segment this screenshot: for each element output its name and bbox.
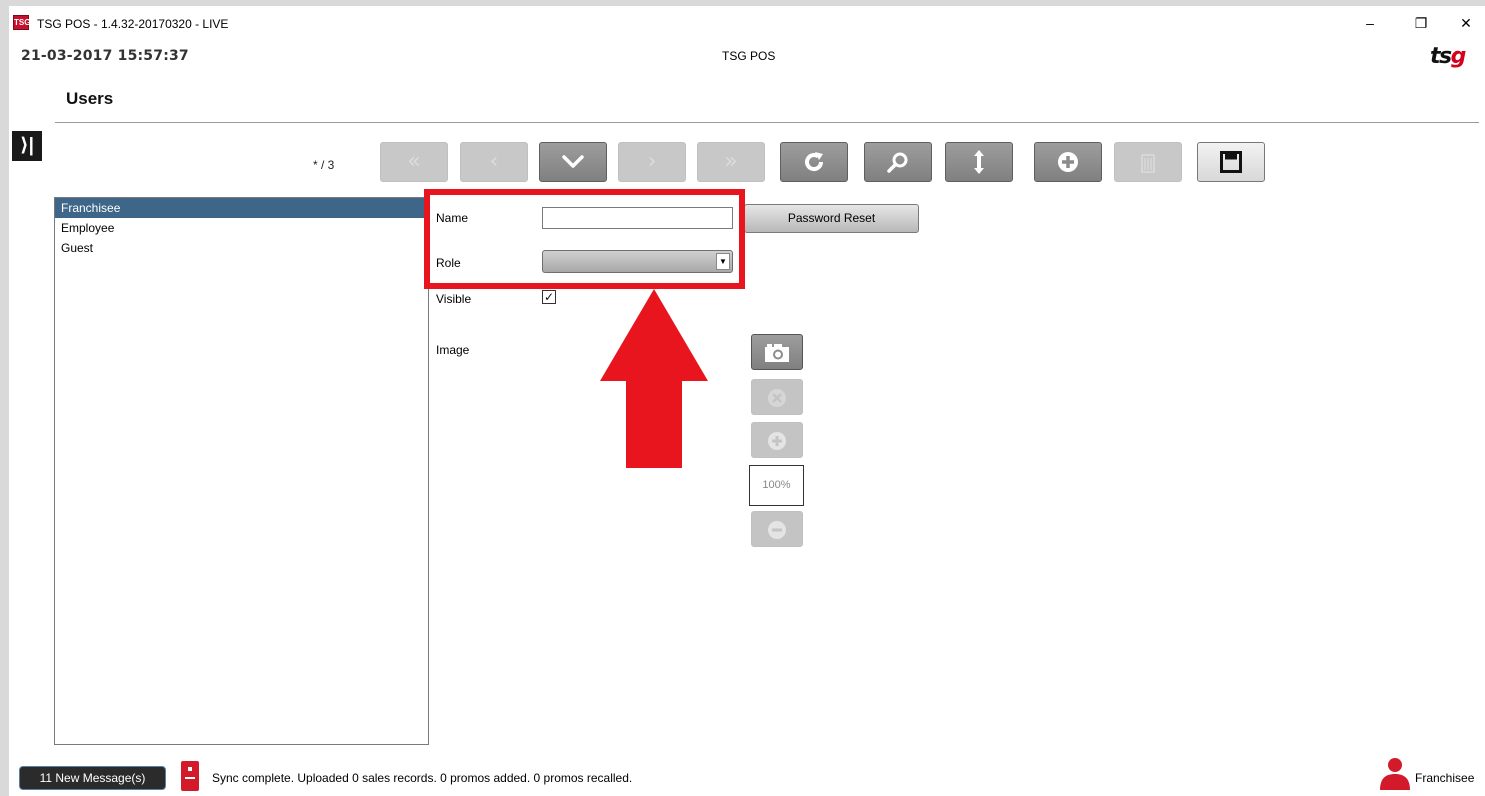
app-title: TSG POS <box>722 49 776 63</box>
brand-logo: tsg <box>1430 44 1467 69</box>
delete-button[interactable] <box>1114 142 1182 182</box>
record-counter: * / 3 <box>313 158 335 172</box>
camera-icon <box>765 344 789 362</box>
new-messages-button[interactable]: 11 New Message(s) <box>19 766 166 790</box>
sort-button[interactable] <box>945 142 1013 182</box>
restore-button[interactable]: ❐ <box>1406 12 1436 34</box>
save-button[interactable] <box>1197 142 1265 182</box>
logo-text: ts <box>1430 44 1452 69</box>
server-status-icon <box>181 761 199 791</box>
floppy-disk-icon <box>1220 151 1242 173</box>
password-reset-button[interactable]: Password Reset <box>744 204 919 233</box>
search-icon <box>887 152 908 173</box>
cancel-circle-icon <box>768 389 786 407</box>
header-divider <box>55 122 1479 123</box>
refresh-icon <box>805 152 824 172</box>
zoom-in-button[interactable] <box>751 422 803 458</box>
zoom-in-icon <box>768 432 786 450</box>
double-chevron-left-icon: « <box>407 149 421 174</box>
zoom-out-icon <box>768 521 786 539</box>
user-role-list[interactable]: Franchisee Employee Guest <box>54 197 429 745</box>
app-logo-icon: TSG <box>13 15 30 30</box>
annotation-highlight-box <box>424 189 745 289</box>
chevron-right-icon: › <box>647 149 657 174</box>
title-bar: TSG TSG POS - 1.4.32-20170320 - LIVE – ❐… <box>9 6 1485 36</box>
previous-record-button[interactable]: ‹ <box>460 142 528 182</box>
expand-sidebar-icon[interactable]: ⟩| <box>12 131 42 161</box>
zoom-out-button[interactable] <box>751 511 803 547</box>
dropdown-record-button[interactable] <box>539 142 607 182</box>
sync-status-text: Sync complete. Uploaded 0 sales records.… <box>212 771 633 785</box>
logo-accent-text: g <box>1450 44 1467 69</box>
list-item-franchisee[interactable]: Franchisee <box>55 198 428 218</box>
annotation-arrow-icon <box>600 289 708 468</box>
plus-circle-icon <box>1058 152 1078 172</box>
remove-image-button[interactable] <box>751 379 803 415</box>
image-label: Image <box>436 343 470 357</box>
list-item-employee[interactable]: Employee <box>55 218 428 238</box>
user-icon <box>1380 758 1410 790</box>
next-record-button[interactable]: › <box>618 142 686 182</box>
first-record-button[interactable]: « <box>380 142 448 182</box>
trash-icon <box>1141 154 1155 173</box>
window-title: TSG POS - 1.4.32-20170320 - LIVE <box>37 17 229 31</box>
page-title: Users <box>66 89 114 108</box>
vertical-arrows-icon <box>974 150 984 174</box>
chevron-left-icon: ‹ <box>489 149 499 174</box>
zoom-level-display: 100% <box>749 465 804 506</box>
visible-checkbox[interactable]: ✓ <box>542 290 556 304</box>
close-button[interactable]: ✕ <box>1451 12 1481 34</box>
minimize-button[interactable]: – <box>1355 12 1385 34</box>
chevron-down-icon <box>562 155 584 168</box>
search-button[interactable] <box>864 142 932 182</box>
add-button[interactable] <box>1034 142 1102 182</box>
last-record-button[interactable]: » <box>697 142 765 182</box>
double-chevron-right-icon: » <box>724 149 738 174</box>
date-time-display: 21-03-2017 15:57:37 <box>21 48 189 64</box>
visible-label: Visible <box>436 292 472 306</box>
camera-button[interactable] <box>751 334 803 370</box>
refresh-button[interactable] <box>780 142 848 182</box>
list-item-guest[interactable]: Guest <box>55 238 428 258</box>
current-user-label: Franchisee <box>1415 771 1475 785</box>
